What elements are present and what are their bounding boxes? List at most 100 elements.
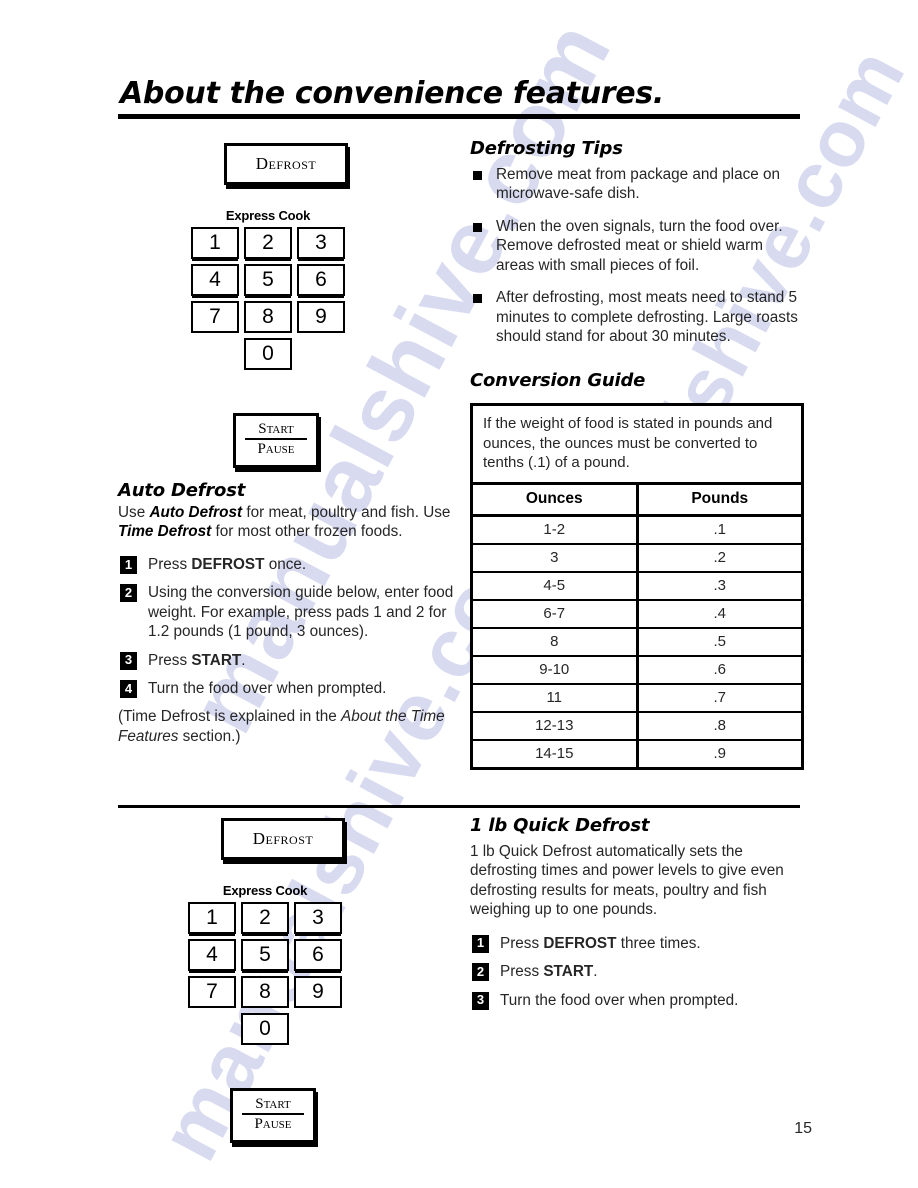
auto-defrost-heading: Auto Defrost bbox=[118, 480, 246, 501]
tip-text: Remove meat from package and place on mi… bbox=[496, 166, 781, 203]
start-label: Start bbox=[242, 1096, 304, 1116]
keypad-key-7[interactable]: 7 bbox=[188, 976, 236, 1008]
keypad-key-7[interactable]: 7 bbox=[191, 301, 239, 333]
keypad-key-6[interactable]: 6 bbox=[294, 939, 342, 971]
cell-pounds: .3 bbox=[637, 570, 803, 600]
cell-pounds: .6 bbox=[637, 654, 803, 684]
table-row: 6-7 .4 bbox=[471, 598, 803, 628]
keypad-key-9[interactable]: 9 bbox=[297, 301, 345, 333]
start-pause-button-top[interactable]: Start Pause bbox=[233, 413, 319, 468]
conversion-table-intro: If the weight of food is stated in pound… bbox=[471, 404, 803, 485]
defrosting-tips-list: Remove meat from package and place on mi… bbox=[470, 165, 800, 346]
header-rule bbox=[118, 113, 800, 119]
auto-defrost-steps: 1 Press DEFROST once. 2 Using the conver… bbox=[118, 555, 454, 699]
step-item: 1 Press DEFROST three times. bbox=[470, 934, 800, 953]
square-bullet-icon bbox=[473, 171, 482, 180]
keypad-key-8[interactable]: 8 bbox=[244, 301, 292, 333]
start-pause-key[interactable]: Start Pause bbox=[230, 1088, 316, 1143]
step-number: 1 bbox=[472, 934, 489, 953]
column-header-ounces: Ounces bbox=[470, 483, 639, 517]
note-text-c: section.) bbox=[178, 727, 241, 745]
keypad-key-0[interactable]: 0 bbox=[244, 338, 292, 370]
defrosting-tips-section: Defrosting Tips Remove meat from package… bbox=[470, 138, 800, 359]
express-cook-keypad-top: Express Cook 1 2 3 4 5 6 7 8 9 0 bbox=[190, 208, 346, 370]
keypad-key-1[interactable]: 1 bbox=[188, 902, 236, 934]
step-text-a: Press bbox=[148, 651, 192, 669]
keypad-key-0[interactable]: 0 bbox=[241, 1013, 289, 1045]
start-pause-button-bottom[interactable]: Start Pause bbox=[230, 1088, 316, 1143]
keypad-key-8[interactable]: 8 bbox=[241, 976, 289, 1008]
cell-pounds: .2 bbox=[637, 542, 803, 572]
keypad-key-2[interactable]: 2 bbox=[241, 902, 289, 934]
cell-ounces: 11 bbox=[471, 682, 639, 712]
keypad-key-3[interactable]: 3 bbox=[294, 902, 342, 934]
number-keypad: 1 2 3 4 5 6 7 8 9 0 bbox=[190, 227, 346, 370]
step-text-a: Press bbox=[500, 963, 544, 981]
table-row: 9-10 .6 bbox=[471, 654, 803, 684]
list-item: After defrosting, most meats need to sta… bbox=[470, 288, 800, 346]
auto-defrost-section: Auto Defrost Use Auto Defrost for meat, … bbox=[118, 480, 454, 746]
defrost-button-top[interactable]: Defrost bbox=[224, 143, 348, 185]
keypad-key-2[interactable]: 2 bbox=[244, 227, 292, 259]
table-row: 14-15 .9 bbox=[471, 738, 803, 768]
square-bullet-icon bbox=[473, 222, 482, 232]
keypad-key-4[interactable]: 4 bbox=[191, 264, 239, 296]
step-text-a: Press bbox=[148, 555, 192, 573]
table-header-row: Ounces Pounds bbox=[470, 483, 804, 517]
list-item: Remove meat from package and place on mi… bbox=[470, 165, 800, 204]
intro-term-time-defrost: Time Defrost bbox=[118, 523, 212, 541]
quick-defrost-heading: 1 lb Quick Defrost bbox=[470, 815, 650, 836]
step-text-c: . bbox=[593, 963, 598, 981]
keypad-key-5[interactable]: 5 bbox=[244, 264, 292, 296]
cell-pounds: .7 bbox=[637, 682, 803, 712]
section-divider bbox=[118, 805, 800, 808]
step-emphasis: DEFROST bbox=[543, 934, 617, 952]
defrost-key[interactable]: Defrost bbox=[224, 143, 348, 185]
tip-text: When the oven signals, turn the food ove… bbox=[496, 217, 783, 274]
page-header: About the convenience features. bbox=[118, 78, 800, 119]
table-row: 12-13 .8 bbox=[471, 710, 803, 740]
keypad-key-5[interactable]: 5 bbox=[241, 939, 289, 971]
cell-pounds: .1 bbox=[637, 514, 803, 544]
table-row: 1-2 .1 bbox=[471, 514, 803, 544]
note-text-a: (Time Defrost is explained in the bbox=[118, 708, 342, 726]
step-text-c: once. bbox=[264, 555, 307, 573]
step-item: 3 Press START. bbox=[118, 651, 454, 670]
step-text-a: Using the conversion guide below, enter … bbox=[148, 584, 454, 641]
page-number: 15 bbox=[794, 1120, 812, 1137]
keypad-key-3[interactable]: 3 bbox=[297, 227, 345, 259]
keypad-key-6[interactable]: 6 bbox=[297, 264, 345, 296]
table-row: 3 .2 bbox=[471, 542, 803, 572]
quick-defrost-section: 1 lb Quick Defrost 1 lb Quick Defrost au… bbox=[470, 815, 800, 1019]
step-item: 1 Press DEFROST once. bbox=[118, 555, 454, 574]
start-pause-key[interactable]: Start Pause bbox=[233, 413, 319, 468]
time-defrost-note: (Time Defrost is explained in the About … bbox=[118, 707, 454, 746]
defrost-button-bottom[interactable]: Defrost bbox=[221, 818, 345, 860]
cell-ounces: 12-13 bbox=[471, 710, 639, 740]
intro-term-auto-defrost: Auto Defrost bbox=[149, 504, 243, 521]
number-keypad: 1 2 3 4 5 6 7 8 9 0 bbox=[187, 902, 343, 1045]
table-row: 4-5 .3 bbox=[471, 570, 803, 600]
step-text-a: Turn the food over when prompted. bbox=[148, 679, 387, 697]
step-item: 4 Turn the food over when prompted. bbox=[118, 679, 454, 698]
cell-ounces: 9-10 bbox=[471, 654, 639, 684]
step-text-a: Press bbox=[500, 934, 544, 952]
defrost-key[interactable]: Defrost bbox=[221, 818, 345, 860]
step-item: 3 Turn the food over when prompted. bbox=[470, 991, 800, 1010]
start-label: Start bbox=[245, 421, 307, 441]
keypad-key-9[interactable]: 9 bbox=[294, 976, 342, 1008]
defrost-key-label: Defrost bbox=[252, 829, 314, 848]
keypad-key-1[interactable]: 1 bbox=[191, 227, 239, 259]
cell-ounces: 3 bbox=[471, 542, 639, 572]
step-text-a: Turn the food over when prompted. bbox=[500, 991, 739, 1009]
auto-defrost-intro: Use Auto Defrost for meat, poultry and f… bbox=[118, 503, 454, 542]
keypad-key-4[interactable]: 4 bbox=[188, 939, 236, 971]
table-intro-row: If the weight of food is stated in pound… bbox=[471, 404, 803, 485]
step-number: 3 bbox=[472, 991, 489, 1010]
cell-ounces: 6-7 bbox=[471, 598, 639, 628]
tip-text: After defrosting, most meats need to sta… bbox=[496, 289, 798, 345]
square-bullet-icon bbox=[473, 294, 482, 304]
express-cook-label: Express Cook bbox=[222, 883, 308, 898]
intro-text-1a: Use bbox=[118, 504, 150, 521]
step-text-c: three times. bbox=[616, 934, 701, 952]
